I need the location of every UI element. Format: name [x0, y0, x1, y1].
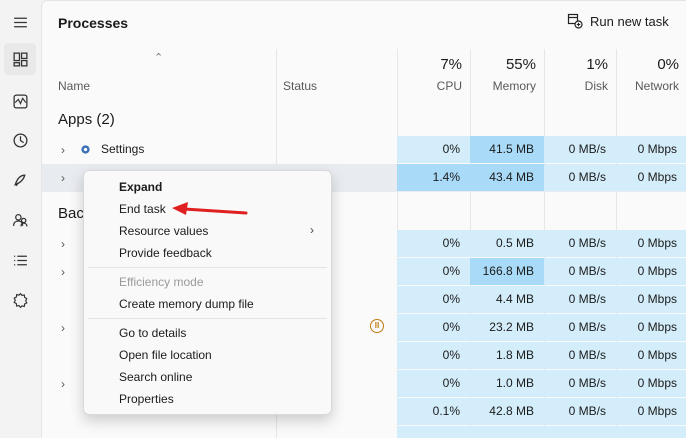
cpu-total-percent: 7%: [440, 56, 462, 73]
memory-column-label: Memory: [492, 79, 536, 93]
disk-cell: [544, 426, 616, 438]
menu-separator: [88, 267, 327, 268]
memory-cell: 1.0 MB: [470, 370, 544, 397]
column-header-name[interactable]: Name: [42, 49, 276, 105]
menu-item-create-dump[interactable]: Create memory dump file: [119, 297, 254, 311]
menu-item-search-online[interactable]: Search online: [119, 370, 192, 384]
services-nav-icon[interactable]: [4, 284, 36, 316]
processes-nav-icon[interactable]: [4, 43, 36, 75]
memory-cell: 166.8 MB: [470, 258, 544, 285]
menu-item-properties[interactable]: Properties: [119, 392, 174, 406]
column-header-disk[interactable]: 1% Disk: [544, 49, 616, 105]
cpu-cell: 0%: [397, 136, 470, 163]
cpu-cell: 0%: [397, 370, 470, 397]
hamburger-menu-icon[interactable]: [4, 6, 36, 38]
disk-column-label: Disk: [584, 79, 608, 93]
memory-cell: [470, 426, 544, 438]
network-cell: [616, 426, 686, 438]
red-arrow-annotation: [172, 202, 248, 215]
memory-cell: 43.4 MB: [470, 164, 544, 191]
cpu-cell: 0.1%: [397, 398, 470, 425]
cpu-cell: 0%: [397, 286, 470, 313]
disk-cell: 0 MB/s: [544, 314, 616, 341]
settings-gear-icon: [81, 145, 90, 154]
column-header-network[interactable]: 0% Network: [616, 49, 686, 105]
submenu-chevron-icon: ›: [310, 223, 314, 237]
chevron-right-icon[interactable]: ›: [61, 143, 65, 157]
disk-total-percent: 1%: [586, 56, 608, 73]
disk-cell: 0 MB/s: [544, 164, 616, 191]
users-nav-icon[interactable]: [4, 204, 36, 236]
disk-cell: 0 MB/s: [544, 258, 616, 285]
menu-item-efficiency-mode: Efficiency mode: [119, 275, 204, 289]
cpu-cell: 0%: [397, 342, 470, 369]
network-cell: 0 Mbps: [616, 398, 686, 425]
column-name-label: Name: [58, 79, 91, 93]
menu-item-expand[interactable]: Expand: [119, 180, 162, 194]
network-cell: 0 Mbps: [616, 370, 686, 397]
menu-item-resource-values[interactable]: Resource values: [119, 224, 208, 238]
menu-separator: [88, 318, 327, 319]
table-row[interactable]: › Settings 0% 41.5 MB 0 MB/s 0 Mbps: [42, 136, 686, 164]
sidebar: [0, 0, 40, 437]
disk-cell: 0 MB/s: [544, 370, 616, 397]
memory-cell: 23.2 MB: [470, 314, 544, 341]
details-nav-icon[interactable]: [4, 244, 36, 276]
chevron-right-icon[interactable]: ›: [61, 321, 65, 335]
disk-cell: 0 MB/s: [544, 136, 616, 163]
column-status-label: Status: [283, 79, 318, 93]
suspended-status-icon: II: [370, 319, 384, 333]
column-header-cpu[interactable]: 7% CPU: [397, 49, 470, 105]
chevron-right-icon[interactable]: ›: [61, 171, 65, 185]
network-cell: 0 Mbps: [616, 258, 686, 285]
run-new-task-label: Run new task: [590, 13, 669, 29]
page-title: Processes: [58, 15, 129, 31]
memory-cell: 0.5 MB: [470, 230, 544, 257]
column-header-status[interactable]: Status: [276, 49, 397, 105]
disk-cell: 0 MB/s: [544, 286, 616, 313]
process-name: Settings: [101, 142, 145, 156]
app-history-nav-icon[interactable]: [4, 124, 36, 156]
performance-nav-icon[interactable]: [4, 85, 36, 117]
chevron-right-icon[interactable]: ›: [61, 377, 65, 391]
memory-total-percent: 55%: [505, 56, 536, 73]
cpu-cell: 0%: [397, 314, 470, 341]
cpu-cell: 1.4%: [397, 164, 470, 191]
startup-apps-nav-icon[interactable]: [4, 164, 36, 196]
memory-cell: 42.8 MB: [470, 398, 544, 425]
menu-item-provide-feedback[interactable]: Provide feedback: [119, 246, 212, 260]
chevron-right-icon[interactable]: ›: [61, 265, 65, 279]
network-total-percent: 0%: [657, 56, 679, 73]
memory-cell: 4.4 MB: [470, 286, 544, 313]
network-cell: 0 Mbps: [616, 230, 686, 257]
network-cell: 0 Mbps: [616, 136, 686, 163]
network-cell: 0 Mbps: [616, 164, 686, 191]
menu-item-go-to-details[interactable]: Go to details: [119, 326, 186, 340]
column-header-memory[interactable]: 55% Memory: [470, 49, 544, 105]
group-header-background: Bac: [58, 205, 84, 222]
menu-item-open-file-location[interactable]: Open file location: [119, 348, 212, 362]
menu-item-end-task[interactable]: End task: [119, 202, 166, 216]
cpu-cell: 0%: [397, 258, 470, 285]
memory-cell: 1.8 MB: [470, 342, 544, 369]
run-task-icon: [567, 13, 583, 29]
table-row[interactable]: [42, 426, 686, 438]
group-header-apps: Apps (2): [58, 111, 115, 128]
network-cell: 0 Mbps: [616, 314, 686, 341]
network-cell: 0 Mbps: [616, 286, 686, 313]
memory-cell: 41.5 MB: [470, 136, 544, 163]
disk-cell: 0 MB/s: [544, 342, 616, 369]
cpu-cell: 0%: [397, 230, 470, 257]
cpu-cell: [397, 426, 470, 438]
disk-cell: 0 MB/s: [544, 398, 616, 425]
chevron-right-icon[interactable]: ›: [61, 237, 65, 251]
disk-cell: 0 MB/s: [544, 230, 616, 257]
network-cell: 0 Mbps: [616, 342, 686, 369]
cpu-column-label: CPU: [436, 79, 462, 93]
run-new-task-button[interactable]: Run new task: [567, 13, 669, 29]
network-column-label: Network: [634, 79, 679, 93]
